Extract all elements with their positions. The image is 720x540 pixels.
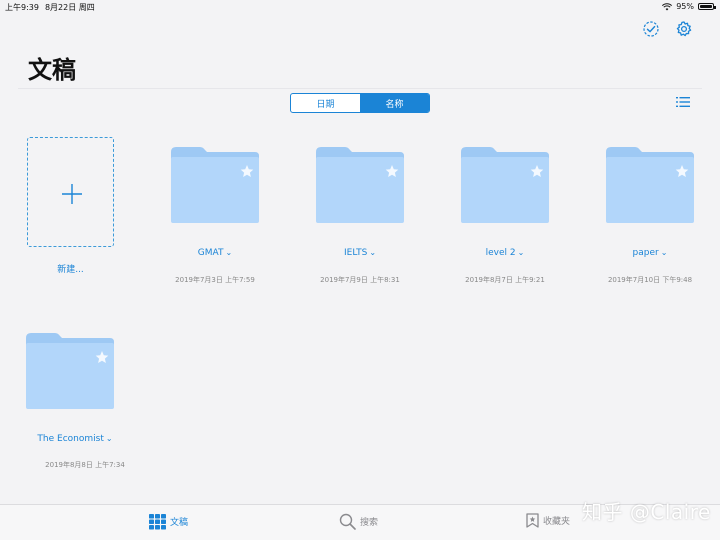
folder-date: 2019年7月10日 下午9:48	[607, 276, 693, 284]
battery-percent: 95%	[676, 2, 694, 11]
folder-icon	[171, 147, 259, 223]
list-view-icon[interactable]	[676, 96, 690, 108]
folder-icon	[316, 147, 404, 223]
tab-documents[interactable]: 文稿	[149, 513, 188, 530]
folder-name[interactable]: paper ⌄	[585, 248, 715, 258]
folder-date: 2019年7月3日 上午7:59	[175, 276, 255, 284]
select-check-icon[interactable]	[642, 20, 660, 38]
chevron-down-icon: ⌄	[517, 248, 525, 257]
sort-segmented-control[interactable]: 日期 名称	[290, 93, 430, 113]
status-bar: 上午9:39 8月22日 周四 95%	[0, 0, 720, 14]
status-date: 8月22日 周四	[44, 3, 95, 12]
status-time: 上午9:39	[5, 3, 39, 12]
sort-by-date-tab[interactable]: 日期	[291, 94, 360, 112]
folder-name[interactable]: IELTS ⌄	[295, 248, 425, 258]
chevron-down-icon: ⌄	[660, 248, 668, 257]
tab-favorites[interactable]: 收藏夹	[526, 513, 570, 528]
page-title: 文稿	[28, 56, 76, 84]
search-icon	[339, 513, 356, 530]
folder-name[interactable]: The Economist ⌄	[10, 434, 140, 444]
folder-date: 2019年7月9日 上午8:31	[320, 276, 400, 284]
folder-icon	[461, 147, 549, 223]
tab-search-label: 搜索	[360, 518, 379, 528]
gear-icon[interactable]	[675, 20, 693, 38]
tab-favorites-label: 收藏夹	[543, 517, 571, 527]
bookmark-icon	[526, 513, 539, 528]
chevron-down-icon: ⌄	[105, 434, 113, 443]
new-document-tile[interactable]	[27, 137, 114, 247]
wifi-icon	[662, 2, 673, 10]
folder-date: 2019年8月7日 上午9:21	[465, 276, 545, 284]
folder-icon	[26, 333, 114, 409]
watermark: 知乎 @Claire	[582, 500, 711, 524]
plus-icon	[62, 184, 82, 204]
tab-search[interactable]: 搜索	[339, 513, 378, 530]
tab-documents-label: 文稿	[170, 518, 189, 528]
divider	[18, 88, 702, 89]
battery-icon	[698, 3, 716, 10]
grid-icon	[149, 514, 166, 530]
chevron-down-icon: ⌄	[369, 248, 377, 257]
chevron-down-icon: ⌄	[225, 248, 233, 257]
sort-by-name-tab[interactable]: 名称	[360, 94, 429, 112]
folder-date: 2019年8月8日 上午7:34	[45, 461, 125, 469]
new-document-label[interactable]: 新建...	[27, 262, 114, 275]
folder-icon	[606, 147, 694, 223]
folder-name[interactable]: level 2 ⌄	[440, 248, 570, 258]
folder-name[interactable]: GMAT ⌄	[150, 248, 280, 258]
